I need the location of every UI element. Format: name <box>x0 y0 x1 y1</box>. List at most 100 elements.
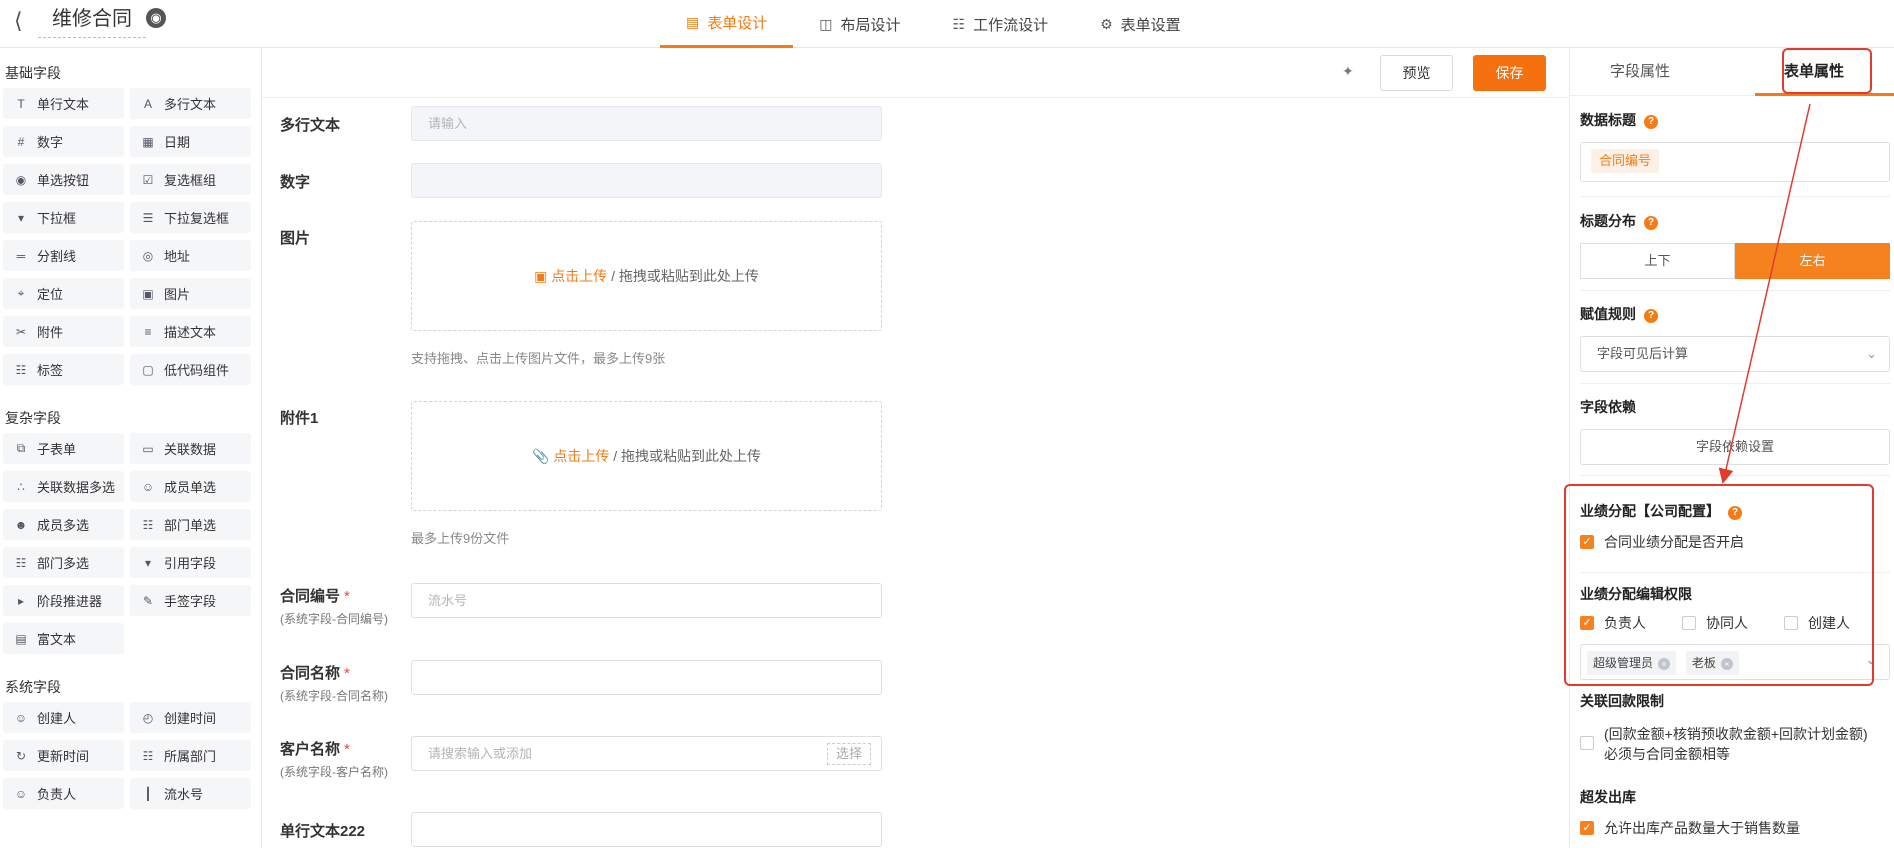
select-button[interactable]: 选择 <box>826 743 871 765</box>
palette-field[interactable]: ▭ 关联数据 <box>130 433 251 464</box>
radio-icon: ◉ <box>15 172 27 187</box>
palette-field[interactable]: ∴ 关联数据多选 <box>3 471 124 502</box>
textarea-icon: A <box>143 96 152 111</box>
upload-link[interactable]: 点击上传 <box>553 448 609 464</box>
single-text-input[interactable] <box>411 812 882 847</box>
palette-field-label: 地址 <box>164 249 191 264</box>
palette-field[interactable]: ≡ 描述文本 <box>130 316 251 347</box>
required-mark: * <box>344 741 350 758</box>
palette-field[interactable]: ⌖ 定位 <box>3 278 124 309</box>
palette-field[interactable]: ☷ 部门单选 <box>130 509 251 540</box>
option-top-bottom[interactable]: 上下 <box>1580 243 1735 279</box>
back-icon[interactable]: ⟨ <box>14 8 23 34</box>
over-outbound-checkbox[interactable]: ✓ 允许出库产品数量大于销售数量 <box>1580 818 1800 838</box>
preview-button[interactable]: 预览 <box>1380 55 1453 91</box>
help-icon[interactable]: ? <box>1644 309 1658 323</box>
palette-field[interactable]: ◎ 地址 <box>130 240 251 271</box>
palette-field[interactable]: ═ 分割线 <box>3 240 124 271</box>
palette-field[interactable]: ▸ 阶段推进器 <box>3 585 124 616</box>
palette-field-label: 低代码组件 <box>164 363 230 378</box>
attachment-hint: 最多上传9份文件 <box>411 531 510 546</box>
tab-label: 表单设计 <box>707 15 768 32</box>
attachment-upload-zone[interactable]: 📎 点击上传 / 拖拽或粘贴到此处上传 <box>411 401 882 511</box>
upload-link[interactable]: 点击上传 <box>551 268 607 284</box>
label-sub: (系统字段-客户名称) <box>280 765 388 779</box>
assign-rule-label: 赋值规则? <box>1580 304 1658 324</box>
field-dependency-button[interactable]: 字段依赖设置 <box>1580 429 1890 465</box>
system-fields-grid: ☺ 创建人 ◴ 创建时间 ↻ 更新时间 ☷ 所属部门 ☺ 负责人 ┃ 流水号 <box>0 702 261 809</box>
palette-field-label: 所属部门 <box>164 749 217 764</box>
palette-field[interactable]: ☷ 所属部门 <box>130 740 251 771</box>
number-input[interactable] <box>411 163 882 198</box>
palette-field[interactable]: ⧉ 子表单 <box>3 433 124 464</box>
palette-field[interactable]: ▾ 引用字段 <box>130 547 251 578</box>
data-title-tag[interactable]: 合同编号 <box>1591 149 1660 173</box>
palette-field[interactable]: ☷ 标签 <box>3 354 124 385</box>
palette-field[interactable]: ☺ 成员单选 <box>130 471 251 502</box>
tab-workflow-design[interactable]: ☷ 工作流设计 <box>927 0 1075 48</box>
palette-field-label: 引用字段 <box>164 556 217 571</box>
palette-field[interactable]: ☷ 部门多选 <box>3 547 124 578</box>
checkbox-checked-icon: ✓ <box>1580 821 1594 835</box>
multiline-input[interactable]: 请输入 <box>411 106 882 141</box>
palette-field-label: 创建人 <box>37 711 77 726</box>
palette-field-label: 单选按钮 <box>37 173 90 188</box>
calendar-icon: ▦ <box>142 134 154 149</box>
field-label: 多行文本 <box>280 117 341 134</box>
tab-form-settings[interactable]: ⚙ 表单设置 <box>1074 0 1207 48</box>
properties-panel: 字段属性 表单属性 数据标题? 合同编号 标题分布? 上下 左右 赋值规则? 字… <box>1569 48 1894 848</box>
palette-field[interactable]: ◴ 创建时间 <box>130 702 251 733</box>
palette-field[interactable]: ▢ 低代码组件 <box>130 354 251 385</box>
palette-field[interactable]: ◉ 单选按钮 <box>3 164 124 195</box>
image-icon: ▣ <box>534 268 552 284</box>
user-icon: ☺ <box>141 479 155 494</box>
field-label: 客户名称 * (系统字段-客户名称) <box>280 738 388 780</box>
divider <box>1580 290 1890 291</box>
magic-wand-icon[interactable]: ✦ <box>1342 63 1354 80</box>
palette-field[interactable]: ✎ 手签字段 <box>130 585 251 616</box>
palette-field[interactable]: T 单行文本 <box>3 88 124 119</box>
palette-field[interactable]: # 数字 <box>3 126 124 157</box>
globe-icon[interactable]: ◉ <box>146 8 166 28</box>
help-icon[interactable]: ? <box>1644 115 1658 129</box>
label-text: 合同名称 <box>280 665 341 682</box>
tab-field-properties[interactable]: 字段属性 <box>1610 60 1670 81</box>
palette-field[interactable]: ▦ 日期 <box>130 126 251 157</box>
help-icon[interactable]: ? <box>1644 216 1658 230</box>
tab-form-design[interactable]: ▤ 表单设计 <box>660 0 794 48</box>
palette-field[interactable]: ☰ 下拉复选框 <box>130 202 251 233</box>
palette-field[interactable]: ☺ 创建人 <box>3 702 124 733</box>
save-button[interactable]: 保存 <box>1473 55 1546 91</box>
palette-field[interactable]: ▾ 下拉框 <box>3 202 124 233</box>
palette-field[interactable]: ▤ 富文本 <box>3 623 124 654</box>
image-upload-zone[interactable]: ▣ 点击上传 / 拖拽或粘贴到此处上传 <box>411 221 882 331</box>
chevron-down-icon: ⌄ <box>1866 346 1877 361</box>
payment-limit-checkbox[interactable]: (回款金额+核销预收款金额+回款计划金额)必须与合同金额相等 <box>1580 724 1880 764</box>
customer-input[interactable]: 请搜索输入或添加 选择 <box>411 736 882 771</box>
palette-field[interactable]: ☻ 成员多选 <box>3 509 124 540</box>
field-palette: 基础字段 T 单行文本 A 多行文本 # 数字 ▦ 日期 ◉ 单选按钮 ☑ 复选框组 ▾ 下拉框 ☰ 下拉复选… <box>0 48 262 848</box>
contract-name-input[interactable] <box>411 660 882 695</box>
palette-field[interactable]: ✂ 附件 <box>3 316 124 347</box>
assign-rule-select[interactable]: 字段可见后计算 ⌄ <box>1580 336 1890 372</box>
palette-field[interactable]: ↻ 更新时间 <box>3 740 124 771</box>
basic-fields-title: 基础字段 <box>5 65 61 81</box>
checkbox-label: (回款金额+核销预收款金额+回款计划金额)必须与合同金额相等 <box>1604 726 1868 762</box>
page-title[interactable]: 维修合同 <box>38 4 146 38</box>
required-mark: * <box>344 588 350 605</box>
section-label: 数据标题 <box>1580 112 1636 128</box>
checkbox-icon: ☑ <box>142 172 154 187</box>
palette-field[interactable]: ☑ 复选框组 <box>130 164 251 195</box>
palette-field[interactable]: ☺ 负责人 <box>3 778 124 809</box>
data-title-field[interactable]: 合同编号 <box>1580 142 1890 182</box>
gear-icon: ⚙ <box>1100 15 1113 32</box>
palette-field[interactable]: ┃ 流水号 <box>130 778 251 809</box>
contract-no-input[interactable]: 流水号 <box>411 583 882 618</box>
palette-field[interactable]: A 多行文本 <box>130 88 251 119</box>
users-icon: ☻ <box>14 517 28 532</box>
tab-layout-design[interactable]: ◫ 布局设计 <box>793 0 926 48</box>
over-outbound-label: 超发出库 <box>1580 789 1636 805</box>
palette-field-label: 关联数据 <box>164 442 217 457</box>
option-left-right[interactable]: 左右 <box>1735 243 1890 279</box>
palette-field[interactable]: ▣ 图片 <box>130 278 251 309</box>
